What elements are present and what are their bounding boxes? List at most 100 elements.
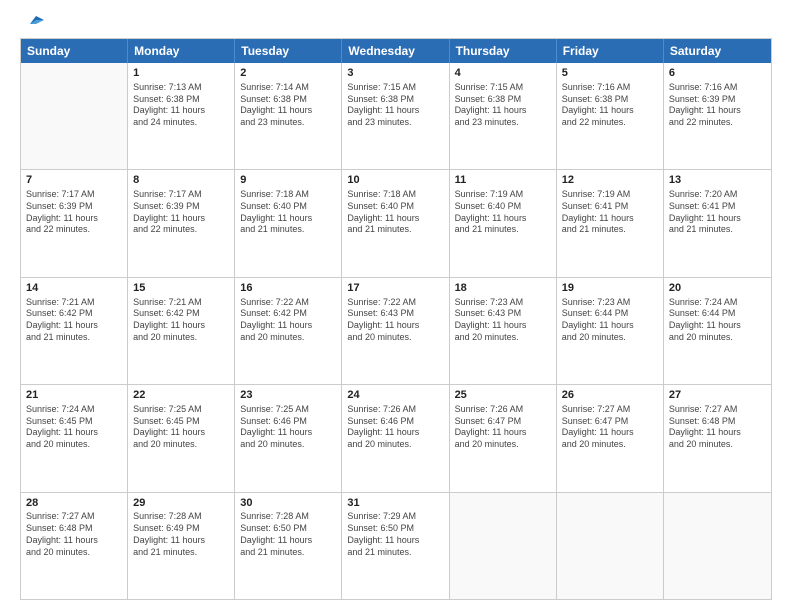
calendar-cell: 28Sunrise: 7:27 AM Sunset: 6:48 PM Dayli…	[21, 493, 128, 599]
day-info: Sunrise: 7:15 AM Sunset: 6:38 PM Dayligh…	[347, 82, 443, 129]
day-number: 17	[347, 281, 443, 296]
day-number: 18	[455, 281, 551, 296]
calendar: SundayMondayTuesdayWednesdayThursdayFrid…	[20, 38, 772, 600]
day-info: Sunrise: 7:16 AM Sunset: 6:39 PM Dayligh…	[669, 82, 766, 129]
calendar-header-wednesday: Wednesday	[342, 39, 449, 63]
logo	[20, 18, 44, 28]
day-number: 16	[240, 281, 336, 296]
calendar-cell: 2Sunrise: 7:14 AM Sunset: 6:38 PM Daylig…	[235, 63, 342, 169]
day-number: 19	[562, 281, 658, 296]
calendar-cell: 3Sunrise: 7:15 AM Sunset: 6:38 PM Daylig…	[342, 63, 449, 169]
day-number: 20	[669, 281, 766, 296]
day-number: 11	[455, 173, 551, 188]
day-info: Sunrise: 7:20 AM Sunset: 6:41 PM Dayligh…	[669, 189, 766, 236]
day-number: 25	[455, 388, 551, 403]
calendar-cell: 15Sunrise: 7:21 AM Sunset: 6:42 PM Dayli…	[128, 278, 235, 384]
day-info: Sunrise: 7:21 AM Sunset: 6:42 PM Dayligh…	[26, 297, 122, 344]
day-info: Sunrise: 7:25 AM Sunset: 6:45 PM Dayligh…	[133, 404, 229, 451]
day-number: 23	[240, 388, 336, 403]
day-info: Sunrise: 7:27 AM Sunset: 6:47 PM Dayligh…	[562, 404, 658, 451]
day-number: 7	[26, 173, 122, 188]
calendar-week-3: 14Sunrise: 7:21 AM Sunset: 6:42 PM Dayli…	[21, 277, 771, 384]
day-number: 2	[240, 66, 336, 81]
day-number: 27	[669, 388, 766, 403]
calendar-cell: 12Sunrise: 7:19 AM Sunset: 6:41 PM Dayli…	[557, 170, 664, 276]
day-info: Sunrise: 7:17 AM Sunset: 6:39 PM Dayligh…	[133, 189, 229, 236]
calendar-cell: 18Sunrise: 7:23 AM Sunset: 6:43 PM Dayli…	[450, 278, 557, 384]
day-number: 4	[455, 66, 551, 81]
day-info: Sunrise: 7:29 AM Sunset: 6:50 PM Dayligh…	[347, 511, 443, 558]
calendar-cell: 7Sunrise: 7:17 AM Sunset: 6:39 PM Daylig…	[21, 170, 128, 276]
day-info: Sunrise: 7:24 AM Sunset: 6:45 PM Dayligh…	[26, 404, 122, 451]
day-info: Sunrise: 7:23 AM Sunset: 6:44 PM Dayligh…	[562, 297, 658, 344]
calendar-cell	[557, 493, 664, 599]
day-number: 26	[562, 388, 658, 403]
calendar-cell: 8Sunrise: 7:17 AM Sunset: 6:39 PM Daylig…	[128, 170, 235, 276]
day-number: 10	[347, 173, 443, 188]
calendar-cell: 30Sunrise: 7:28 AM Sunset: 6:50 PM Dayli…	[235, 493, 342, 599]
calendar-cell: 6Sunrise: 7:16 AM Sunset: 6:39 PM Daylig…	[664, 63, 771, 169]
day-info: Sunrise: 7:19 AM Sunset: 6:41 PM Dayligh…	[562, 189, 658, 236]
calendar-cell: 20Sunrise: 7:24 AM Sunset: 6:44 PM Dayli…	[664, 278, 771, 384]
calendar-cell: 19Sunrise: 7:23 AM Sunset: 6:44 PM Dayli…	[557, 278, 664, 384]
day-info: Sunrise: 7:14 AM Sunset: 6:38 PM Dayligh…	[240, 82, 336, 129]
day-number: 14	[26, 281, 122, 296]
calendar-cell: 25Sunrise: 7:26 AM Sunset: 6:47 PM Dayli…	[450, 385, 557, 491]
calendar-cell: 11Sunrise: 7:19 AM Sunset: 6:40 PM Dayli…	[450, 170, 557, 276]
calendar-header-monday: Monday	[128, 39, 235, 63]
day-info: Sunrise: 7:22 AM Sunset: 6:43 PM Dayligh…	[347, 297, 443, 344]
day-number: 6	[669, 66, 766, 81]
calendar-cell: 29Sunrise: 7:28 AM Sunset: 6:49 PM Dayli…	[128, 493, 235, 599]
calendar-header-friday: Friday	[557, 39, 664, 63]
day-number: 24	[347, 388, 443, 403]
calendar-cell: 22Sunrise: 7:25 AM Sunset: 6:45 PM Dayli…	[128, 385, 235, 491]
calendar-week-4: 21Sunrise: 7:24 AM Sunset: 6:45 PM Dayli…	[21, 384, 771, 491]
calendar-cell: 24Sunrise: 7:26 AM Sunset: 6:46 PM Dayli…	[342, 385, 449, 491]
calendar-week-1: 1Sunrise: 7:13 AM Sunset: 6:38 PM Daylig…	[21, 63, 771, 169]
day-info: Sunrise: 7:15 AM Sunset: 6:38 PM Dayligh…	[455, 82, 551, 129]
day-number: 13	[669, 173, 766, 188]
calendar-cell: 13Sunrise: 7:20 AM Sunset: 6:41 PM Dayli…	[664, 170, 771, 276]
day-info: Sunrise: 7:27 AM Sunset: 6:48 PM Dayligh…	[26, 511, 122, 558]
calendar-header-thursday: Thursday	[450, 39, 557, 63]
day-info: Sunrise: 7:23 AM Sunset: 6:43 PM Dayligh…	[455, 297, 551, 344]
calendar-cell: 4Sunrise: 7:15 AM Sunset: 6:38 PM Daylig…	[450, 63, 557, 169]
calendar-week-5: 28Sunrise: 7:27 AM Sunset: 6:48 PM Dayli…	[21, 492, 771, 599]
calendar-cell: 16Sunrise: 7:22 AM Sunset: 6:42 PM Dayli…	[235, 278, 342, 384]
calendar-cell: 5Sunrise: 7:16 AM Sunset: 6:38 PM Daylig…	[557, 63, 664, 169]
day-number: 31	[347, 496, 443, 511]
logo-bird-icon	[22, 14, 44, 32]
calendar-cell: 1Sunrise: 7:13 AM Sunset: 6:38 PM Daylig…	[128, 63, 235, 169]
calendar-cell: 26Sunrise: 7:27 AM Sunset: 6:47 PM Dayli…	[557, 385, 664, 491]
day-info: Sunrise: 7:27 AM Sunset: 6:48 PM Dayligh…	[669, 404, 766, 451]
calendar-week-2: 7Sunrise: 7:17 AM Sunset: 6:39 PM Daylig…	[21, 169, 771, 276]
day-number: 1	[133, 66, 229, 81]
day-number: 21	[26, 388, 122, 403]
calendar-cell	[664, 493, 771, 599]
day-info: Sunrise: 7:26 AM Sunset: 6:47 PM Dayligh…	[455, 404, 551, 451]
day-number: 28	[26, 496, 122, 511]
day-info: Sunrise: 7:17 AM Sunset: 6:39 PM Dayligh…	[26, 189, 122, 236]
calendar-cell	[21, 63, 128, 169]
day-info: Sunrise: 7:26 AM Sunset: 6:46 PM Dayligh…	[347, 404, 443, 451]
day-number: 8	[133, 173, 229, 188]
day-number: 30	[240, 496, 336, 511]
calendar-header-row: SundayMondayTuesdayWednesdayThursdayFrid…	[21, 39, 771, 63]
day-number: 9	[240, 173, 336, 188]
calendar-cell: 27Sunrise: 7:27 AM Sunset: 6:48 PM Dayli…	[664, 385, 771, 491]
day-number: 5	[562, 66, 658, 81]
header	[20, 18, 772, 28]
day-number: 29	[133, 496, 229, 511]
calendar-cell: 10Sunrise: 7:18 AM Sunset: 6:40 PM Dayli…	[342, 170, 449, 276]
day-number: 12	[562, 173, 658, 188]
day-info: Sunrise: 7:28 AM Sunset: 6:50 PM Dayligh…	[240, 511, 336, 558]
day-info: Sunrise: 7:24 AM Sunset: 6:44 PM Dayligh…	[669, 297, 766, 344]
day-info: Sunrise: 7:16 AM Sunset: 6:38 PM Dayligh…	[562, 82, 658, 129]
day-info: Sunrise: 7:18 AM Sunset: 6:40 PM Dayligh…	[347, 189, 443, 236]
page: SundayMondayTuesdayWednesdayThursdayFrid…	[0, 0, 792, 612]
day-number: 22	[133, 388, 229, 403]
calendar-cell: 17Sunrise: 7:22 AM Sunset: 6:43 PM Dayli…	[342, 278, 449, 384]
day-info: Sunrise: 7:22 AM Sunset: 6:42 PM Dayligh…	[240, 297, 336, 344]
calendar-cell: 14Sunrise: 7:21 AM Sunset: 6:42 PM Dayli…	[21, 278, 128, 384]
calendar-header-tuesday: Tuesday	[235, 39, 342, 63]
